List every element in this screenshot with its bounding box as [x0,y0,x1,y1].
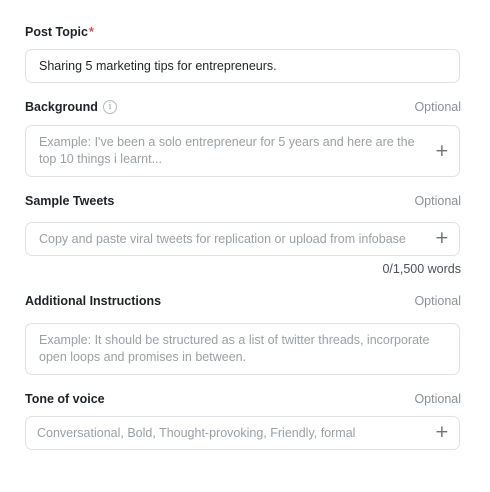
sample-tweets-placeholder: Copy and paste viral tweets for replicat… [39,232,406,246]
post-topic-input[interactable]: Sharing 5 marketing tips for entrepreneu… [25,49,460,83]
sample-tweets-optional: Optional [414,194,461,208]
word-counter: 0/1,500 words [382,262,461,276]
background-header: Background i Optional [25,98,461,116]
sample-tweets-label: Sample Tweets [25,194,115,208]
required-mark: * [88,25,94,39]
plus-icon[interactable]: + [435,143,449,160]
post-topic-value: Sharing 5 marketing tips for entrepreneu… [39,59,277,73]
post-topic-header: Post Topic * [25,23,461,41]
tone-of-voice-input[interactable]: Conversational, Bold, Thought-provoking,… [25,416,460,450]
background-placeholder: Example: I've been a solo entrepreneur f… [39,135,415,166]
background-optional: Optional [414,100,461,114]
sample-tweets-input[interactable]: Copy and paste viral tweets for replicat… [25,222,460,256]
background-label: Background i [25,100,117,114]
additional-instructions-placeholder: Example: It should be structured as a li… [39,333,430,364]
post-topic-label-text: Post Topic [25,25,88,39]
tone-of-voice-optional: Optional [414,392,461,406]
post-topic-label: Post Topic * [25,25,94,39]
info-icon[interactable]: i [102,100,117,114]
plus-icon[interactable]: + [435,230,449,247]
background-label-text: Background [25,100,98,114]
tone-of-voice-header: Tone of voice Optional [25,390,461,408]
additional-instructions-optional: Optional [414,294,461,308]
sample-tweets-header: Sample Tweets Optional [25,192,461,210]
plus-icon[interactable]: + [435,424,449,441]
tone-of-voice-label: Tone of voice [25,392,105,406]
additional-instructions-textarea[interactable]: Example: It should be structured as a li… [25,323,460,375]
tone-of-voice-placeholder: Conversational, Bold, Thought-provoking,… [37,426,356,440]
post-form: Post Topic * Sharing 5 marketing tips for… [0,0,490,492]
additional-instructions-header: Additional Instructions Optional [25,292,461,310]
additional-instructions-label: Additional Instructions [25,294,162,308]
background-textarea[interactable]: Example: I've been a solo entrepreneur f… [25,125,460,177]
